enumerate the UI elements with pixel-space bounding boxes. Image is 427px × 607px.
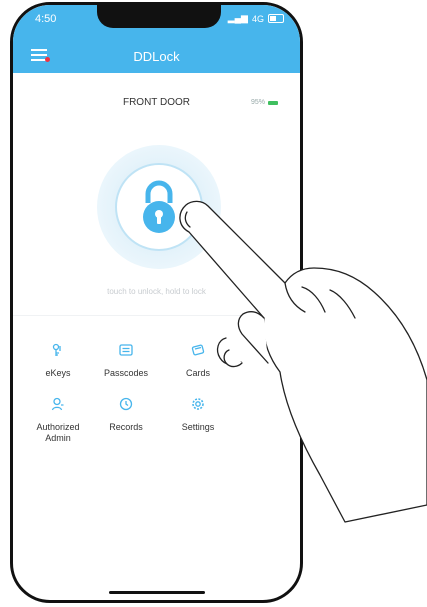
menu-authorized-admin[interactable]: Authorized Admin	[23, 397, 93, 444]
menu-passcodes[interactable]: Passcodes	[91, 343, 161, 379]
status-indicators: ▂▄▆ 4G	[228, 13, 284, 24]
unlock-ring	[97, 145, 221, 269]
menu-cards-label: Cards	[185, 368, 210, 378]
menu-authorized-admin-label: Authorized Admin	[36, 422, 80, 443]
unlock-button[interactable]	[115, 163, 203, 251]
lock-battery: 95%	[251, 99, 278, 106]
lock-battery-icon	[268, 100, 278, 105]
menu-records-label: Records	[109, 422, 143, 432]
records-icon	[119, 397, 133, 411]
cards-icon	[191, 344, 205, 356]
status-time: 4:50	[35, 13, 57, 25]
passcodes-icon	[119, 344, 133, 356]
padlock-icon	[143, 180, 175, 233]
menu-settings-label: Settings	[181, 422, 215, 432]
app-title: DDLock	[133, 49, 180, 64]
home-indicator	[109, 591, 205, 594]
phone-frame: 4:50 ▂▄▆ 4G DDLock FRONT DOOR 95% touch …	[10, 2, 303, 603]
menu-ekeys[interactable]: eKeys	[23, 343, 93, 379]
menu-cards[interactable]: Cards	[163, 343, 233, 379]
menu-records[interactable]: Records	[91, 397, 161, 433]
lock-battery-text: 95%	[250, 99, 265, 106]
battery-icon	[268, 14, 284, 23]
settings-icon	[192, 398, 204, 410]
menu-settings[interactable]: Settings	[163, 397, 233, 433]
ekeys-icon	[52, 343, 61, 356]
section-divider	[13, 315, 300, 316]
unlock-hint: touch to unlock, hold to lock	[107, 287, 206, 296]
menu-passcodes-label: Passcodes	[103, 368, 149, 378]
phone-notch	[97, 5, 221, 28]
admin-icon	[51, 397, 64, 411]
signal-icon: ▂▄▆	[227, 13, 248, 23]
menu-ekeys-label: eKeys	[45, 368, 71, 378]
network-type: 4G	[251, 13, 264, 24]
